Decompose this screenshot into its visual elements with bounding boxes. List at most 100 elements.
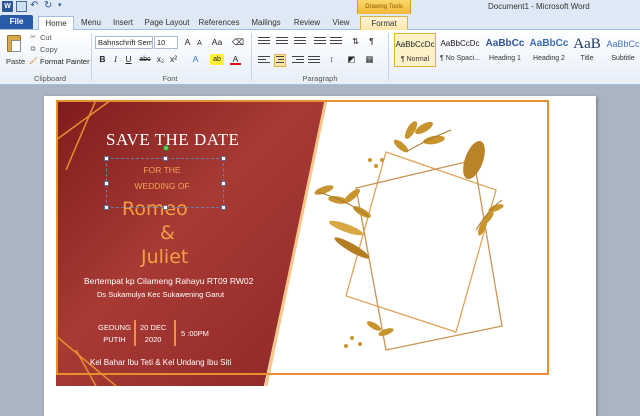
clipboard-group-label: Clipboard — [33, 74, 67, 83]
resize-handle[interactable] — [104, 156, 109, 161]
paste-button[interactable]: Paste — [4, 33, 25, 67]
bold-button[interactable]: B — [97, 54, 108, 65]
style-heading-2[interactable]: AaBbCc Heading 2 — [528, 33, 570, 67]
rotation-handle[interactable] — [163, 145, 169, 151]
word-app-icon[interactable]: W — [2, 1, 13, 12]
tab-mailings[interactable]: Mailings — [248, 16, 284, 30]
tab-file[interactable]: File — [0, 15, 33, 29]
highlight-button[interactable]: ab — [210, 54, 224, 65]
borders-icon[interactable]: ▦ — [364, 54, 375, 65]
style-sample: AaBbCc — [485, 38, 525, 49]
ribbon: Paste ✂ Cut ⧉ Copy 🖌 Format Painter Clip… — [0, 30, 640, 85]
resize-handle[interactable] — [163, 156, 168, 161]
align-right-icon[interactable] — [292, 56, 304, 66]
textbox-selection-outline[interactable] — [104, 145, 226, 210]
style-title[interactable]: AaB Title — [572, 33, 602, 67]
grow-font-button[interactable]: A — [182, 37, 193, 48]
tab-insert[interactable]: Insert — [110, 16, 136, 30]
ampersand: & — [160, 222, 175, 244]
wedding-invitation-card[interactable]: SAVE THE DATE FOR THE WEDDING OF Romeo &… — [56, 100, 574, 386]
group-separator — [388, 33, 389, 81]
text-effects-button[interactable]: A — [190, 54, 201, 65]
tab-menu[interactable]: Menu — [78, 16, 104, 30]
show-marks-icon[interactable]: ¶ — [366, 36, 377, 47]
increase-indent-icon[interactable] — [330, 37, 342, 47]
style-subtitle[interactable]: AaBbCc Subtitle — [606, 33, 640, 67]
line-spacing-icon[interactable]: ↕ — [326, 54, 337, 65]
style-sample: AaB — [573, 36, 601, 52]
sort-icon[interactable]: ⇅ — [350, 36, 361, 47]
families-text: Kel Bahar Ibu Teti & Kel Undang Ibu Siti — [90, 358, 232, 367]
shading-icon[interactable]: ◩ — [346, 54, 357, 65]
drawing-tools-label: Drawing Tools — [357, 0, 411, 14]
date-block: 20 DEC 2020 — [140, 322, 166, 346]
font-family-select[interactable]: Bahnschrift Sem — [95, 36, 153, 49]
style-name: Heading 2 — [533, 55, 565, 62]
redo-icon[interactable]: ↻ — [44, 1, 55, 12]
shrink-font-button[interactable]: A — [194, 38, 205, 49]
font-color-button[interactable]: A — [230, 54, 241, 65]
document-page[interactable]: SAVE THE DATE FOR THE WEDDING OF Romeo &… — [44, 96, 596, 416]
subscript-button[interactable]: x₂ — [155, 54, 166, 65]
ribbon-tabs: File Home Menu Insert Page Layout Refere… — [0, 14, 640, 31]
tab-page-layout[interactable]: Page Layout — [143, 16, 191, 30]
style-sample: AaBbCcDc — [395, 40, 435, 49]
scissors-icon: ✂ — [30, 33, 36, 41]
style-normal[interactable]: AaBbCcDc ¶ Normal — [394, 33, 436, 67]
title-bar: W ↶ ↻ ▾ Drawing Tools Document1 - Micros… — [0, 0, 640, 14]
resize-handle[interactable] — [221, 205, 226, 210]
style-sample: AaBbCcDc — [440, 39, 480, 48]
tab-review[interactable]: Review — [292, 16, 322, 30]
numbering-icon[interactable] — [276, 37, 288, 47]
save-the-date-heading: SAVE THE DATE — [106, 130, 240, 149]
style-no-spacing[interactable]: AaBbCcDc ¶ No Spaci... — [439, 33, 481, 67]
paper-icon — [11, 40, 21, 52]
venue-text: Bertempat kp Cilameng Rahayu RT09 RW02 — [84, 276, 254, 286]
format-painter-button[interactable]: 🖌 Format Painter — [29, 57, 90, 66]
strikethrough-button[interactable]: abc — [138, 54, 152, 65]
bride-name: Juliet — [141, 246, 189, 268]
customize-qat-icon[interactable]: ▾ — [58, 1, 69, 12]
change-case-button[interactable]: Aa — [210, 37, 224, 48]
resize-handle[interactable] — [163, 205, 168, 210]
style-name: ¶ No Spaci... — [440, 55, 480, 62]
format-painter-label: Format Painter — [40, 57, 90, 66]
document-canvas[interactable]: SAVE THE DATE FOR THE WEDDING OF Romeo &… — [0, 86, 640, 416]
style-name: Heading 1 — [489, 55, 521, 62]
paragraph-group-label: Paragraph — [302, 74, 338, 83]
tab-references[interactable]: References — [198, 16, 240, 30]
underline-button[interactable]: U — [123, 54, 134, 65]
style-name: Subtitle — [611, 55, 635, 62]
group-separator — [251, 33, 252, 81]
resize-handle[interactable] — [221, 156, 226, 161]
tab-format[interactable]: Format — [360, 16, 408, 30]
italic-button[interactable]: I — [110, 54, 121, 65]
superscript-button[interactable]: x² — [168, 54, 179, 65]
font-group-label: Font — [162, 74, 178, 83]
copy-button[interactable]: ⧉ Copy — [29, 45, 58, 54]
resize-handle[interactable] — [104, 181, 109, 186]
resize-handle[interactable] — [221, 181, 226, 186]
place-block: GEDUNG PUTIH — [98, 322, 131, 346]
tab-home[interactable]: Home — [38, 16, 74, 31]
resize-handle[interactable] — [104, 205, 109, 210]
align-center-icon[interactable] — [274, 54, 286, 67]
font-size-select[interactable]: 10 — [154, 36, 178, 49]
multilevel-list-icon[interactable] — [294, 37, 306, 47]
save-icon[interactable] — [16, 1, 27, 12]
brush-icon: 🖌 — [29, 57, 38, 65]
address-text: Ds Sukamulya Kec Sukawening Garut — [97, 290, 225, 299]
orange-divider-bar — [134, 320, 136, 346]
cut-button[interactable]: ✂ Cut — [29, 33, 52, 42]
align-left-icon[interactable] — [258, 56, 270, 66]
undo-icon[interactable]: ↶ — [30, 1, 41, 12]
bullets-icon[interactable] — [258, 37, 270, 47]
tab-view[interactable]: View — [330, 16, 352, 30]
place-line-2: PUTIH — [103, 335, 126, 344]
quick-access-toolbar: W ↶ ↻ ▾ — [2, 1, 69, 12]
clear-formatting-icon[interactable]: ⌫ — [232, 37, 244, 48]
style-heading-1[interactable]: AaBbCc Heading 1 — [484, 33, 526, 67]
style-sample: AaBbCc — [606, 39, 640, 49]
decrease-indent-icon[interactable] — [314, 37, 326, 47]
justify-icon[interactable] — [308, 56, 320, 66]
